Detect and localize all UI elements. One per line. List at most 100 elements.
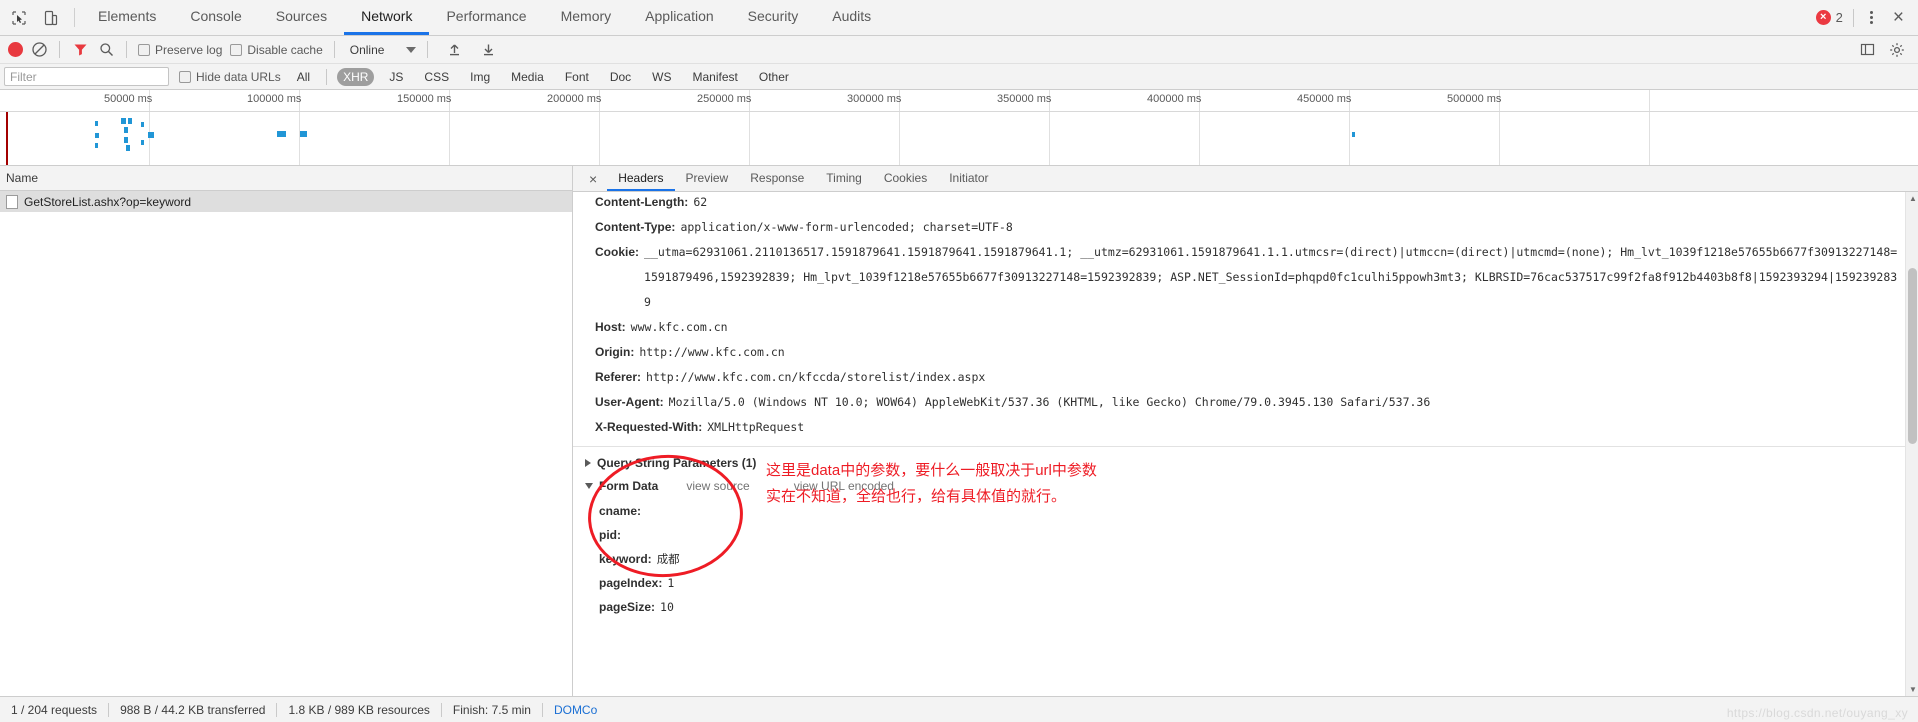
type-filter-doc[interactable]: Doc bbox=[604, 68, 637, 86]
requests-column-header[interactable]: Name bbox=[0, 166, 572, 191]
tab-sources[interactable]: Sources bbox=[259, 0, 344, 35]
overview-tick: 150000 ms bbox=[397, 93, 452, 105]
scroll-up-arrow-icon[interactable]: ▲ bbox=[1909, 194, 1917, 203]
overview-axis-rule bbox=[0, 111, 1918, 112]
error-count-badge[interactable]: × 2 bbox=[1815, 10, 1843, 25]
export-har-icon[interactable] bbox=[479, 41, 497, 59]
type-filter-js[interactable]: JS bbox=[383, 68, 409, 86]
watermark-text: https://blog.csdn.net/ouyang_xy bbox=[1726, 706, 1908, 720]
type-filter-other[interactable]: Other bbox=[753, 68, 795, 86]
type-filter-ws[interactable]: WS bbox=[646, 68, 677, 86]
throttling-dropdown[interactable]: Online bbox=[346, 43, 417, 57]
network-overview-timeline[interactable]: 50000 ms 100000 ms 150000 ms 200000 ms 2… bbox=[0, 90, 1918, 166]
document-icon bbox=[6, 194, 18, 209]
type-filter-label: Manifest bbox=[692, 69, 738, 84]
header-value: XMLHttpRequest bbox=[707, 420, 805, 434]
record-button-icon[interactable] bbox=[8, 42, 23, 57]
header-value: http://www.kfc.com.cn bbox=[639, 345, 785, 359]
type-filter-css[interactable]: CSS bbox=[418, 68, 455, 86]
tab-headers[interactable]: Headers bbox=[607, 166, 675, 191]
requests-list-body bbox=[0, 212, 572, 696]
tab-label: Security bbox=[747, 8, 799, 24]
detail-vertical-scrollbar[interactable]: ▲ ▼ bbox=[1905, 192, 1918, 696]
form-param-key: pageIndex: bbox=[599, 576, 663, 590]
preserve-log-checkbox[interactable]: Preserve log bbox=[138, 43, 222, 57]
status-finish: Finish: 7.5 min bbox=[452, 702, 531, 717]
tab-memory[interactable]: Memory bbox=[544, 0, 629, 35]
tab-application[interactable]: Application bbox=[628, 0, 731, 35]
type-filter-label: XHR bbox=[343, 69, 369, 84]
close-icon[interactable]: × bbox=[1889, 8, 1908, 27]
tab-performance[interactable]: Performance bbox=[429, 0, 543, 35]
header-row: Host: www.kfc.com.cn bbox=[583, 315, 1918, 340]
type-filter-label: JS bbox=[389, 69, 404, 84]
hide-data-urls-checkbox[interactable]: Hide data URLs bbox=[179, 70, 281, 84]
header-row: Content-Type: application/x-www-form-url… bbox=[583, 215, 1918, 240]
device-toolbar-icon[interactable] bbox=[40, 7, 62, 29]
status-resources: 1.8 KB / 989 KB resources bbox=[288, 702, 430, 717]
kebab-menu-icon[interactable] bbox=[1864, 11, 1879, 24]
type-filter-manifest[interactable]: Manifest bbox=[687, 68, 744, 86]
cursor-select-icon[interactable] bbox=[8, 7, 30, 29]
form-param-value: 1 bbox=[667, 576, 675, 590]
type-filter-all[interactable]: All bbox=[291, 68, 316, 86]
type-filter-label: Img bbox=[470, 69, 491, 84]
filter-input[interactable] bbox=[4, 67, 169, 86]
header-key: User-Agent: bbox=[595, 395, 664, 409]
sidebar-toggle-icon[interactable] bbox=[1858, 41, 1876, 59]
scrollbar-thumb[interactable] bbox=[1908, 268, 1917, 444]
tab-console[interactable]: Console bbox=[173, 0, 258, 35]
search-icon[interactable] bbox=[97, 41, 115, 59]
overview-dom-marker bbox=[6, 112, 8, 165]
filter-icon[interactable] bbox=[71, 41, 89, 59]
detail-tab-label: Cookies bbox=[883, 170, 928, 185]
request-name-label: GetStoreList.ashx?op=keyword bbox=[24, 194, 192, 209]
requests-list-pane: Name GetStoreList.ashx?op=keyword bbox=[0, 166, 573, 696]
network-toolbar: Preserve log Disable cache Online bbox=[0, 36, 1918, 64]
form-param-row: cname: bbox=[599, 499, 1918, 523]
type-filter-xhr[interactable]: XHR bbox=[337, 67, 375, 86]
network-main-split: Name GetStoreList.ashx?op=keyword × Head… bbox=[0, 166, 1918, 696]
form-param-row: pid: bbox=[599, 523, 1918, 547]
gear-icon[interactable] bbox=[1888, 41, 1906, 59]
type-filter-label: Other bbox=[758, 69, 789, 84]
tab-security[interactable]: Security bbox=[731, 0, 816, 35]
overview-tick: 500000 ms bbox=[1447, 93, 1502, 105]
query-string-parameters-section[interactable]: Query String Parameters (1) bbox=[573, 447, 1918, 470]
form-data-section[interactable]: Form Data view source view URL encoded bbox=[573, 470, 1918, 493]
tab-label: Application bbox=[645, 8, 714, 24]
disable-cache-checkbox[interactable]: Disable cache bbox=[230, 43, 323, 57]
type-filter-img[interactable]: Img bbox=[464, 68, 496, 86]
checkbox-box bbox=[230, 43, 243, 56]
header-row: Referer: http://www.kfc.com.cn/kfccda/st… bbox=[583, 365, 1918, 390]
scroll-down-arrow-icon[interactable]: ▼ bbox=[1909, 685, 1917, 694]
header-key: X-Requested-With: bbox=[595, 420, 703, 434]
tab-label: Console bbox=[190, 8, 242, 24]
tab-audits[interactable]: Audits bbox=[815, 0, 888, 35]
header-key: Origin: bbox=[595, 345, 635, 359]
clear-icon[interactable] bbox=[31, 41, 48, 58]
tab-initiator[interactable]: Initiator bbox=[938, 166, 999, 191]
form-param-value: 成都 bbox=[656, 552, 680, 566]
view-url-encoded-link[interactable]: view URL encoded bbox=[794, 479, 894, 493]
table-row[interactable]: GetStoreList.ashx?op=keyword bbox=[0, 191, 572, 212]
type-filter-label: WS bbox=[652, 69, 672, 84]
tab-elements[interactable]: Elements bbox=[81, 0, 173, 35]
section-title: Query String Parameters (1) bbox=[597, 456, 757, 470]
type-filter-font[interactable]: Font bbox=[559, 68, 595, 86]
header-value: Mozilla/5.0 (Windows NT 10.0; WOW64) App… bbox=[668, 395, 1431, 409]
tab-preview[interactable]: Preview bbox=[675, 166, 740, 191]
tab-cookies[interactable]: Cookies bbox=[873, 166, 938, 191]
type-filter-media[interactable]: Media bbox=[505, 68, 550, 86]
tab-timing[interactable]: Timing bbox=[815, 166, 873, 191]
close-icon[interactable]: × bbox=[579, 166, 607, 191]
view-source-link[interactable]: view source bbox=[686, 479, 749, 493]
tab-network[interactable]: Network bbox=[344, 0, 430, 35]
error-count-label: 2 bbox=[1835, 10, 1843, 25]
tab-response[interactable]: Response bbox=[739, 166, 815, 191]
import-har-icon[interactable] bbox=[445, 41, 463, 59]
headers-detail-body: Content-Length: 62 Content-Type: applica… bbox=[573, 192, 1918, 696]
type-filter-label: Doc bbox=[609, 69, 632, 84]
tab-label: Performance bbox=[446, 8, 527, 24]
form-param-key: cname: bbox=[599, 504, 642, 518]
